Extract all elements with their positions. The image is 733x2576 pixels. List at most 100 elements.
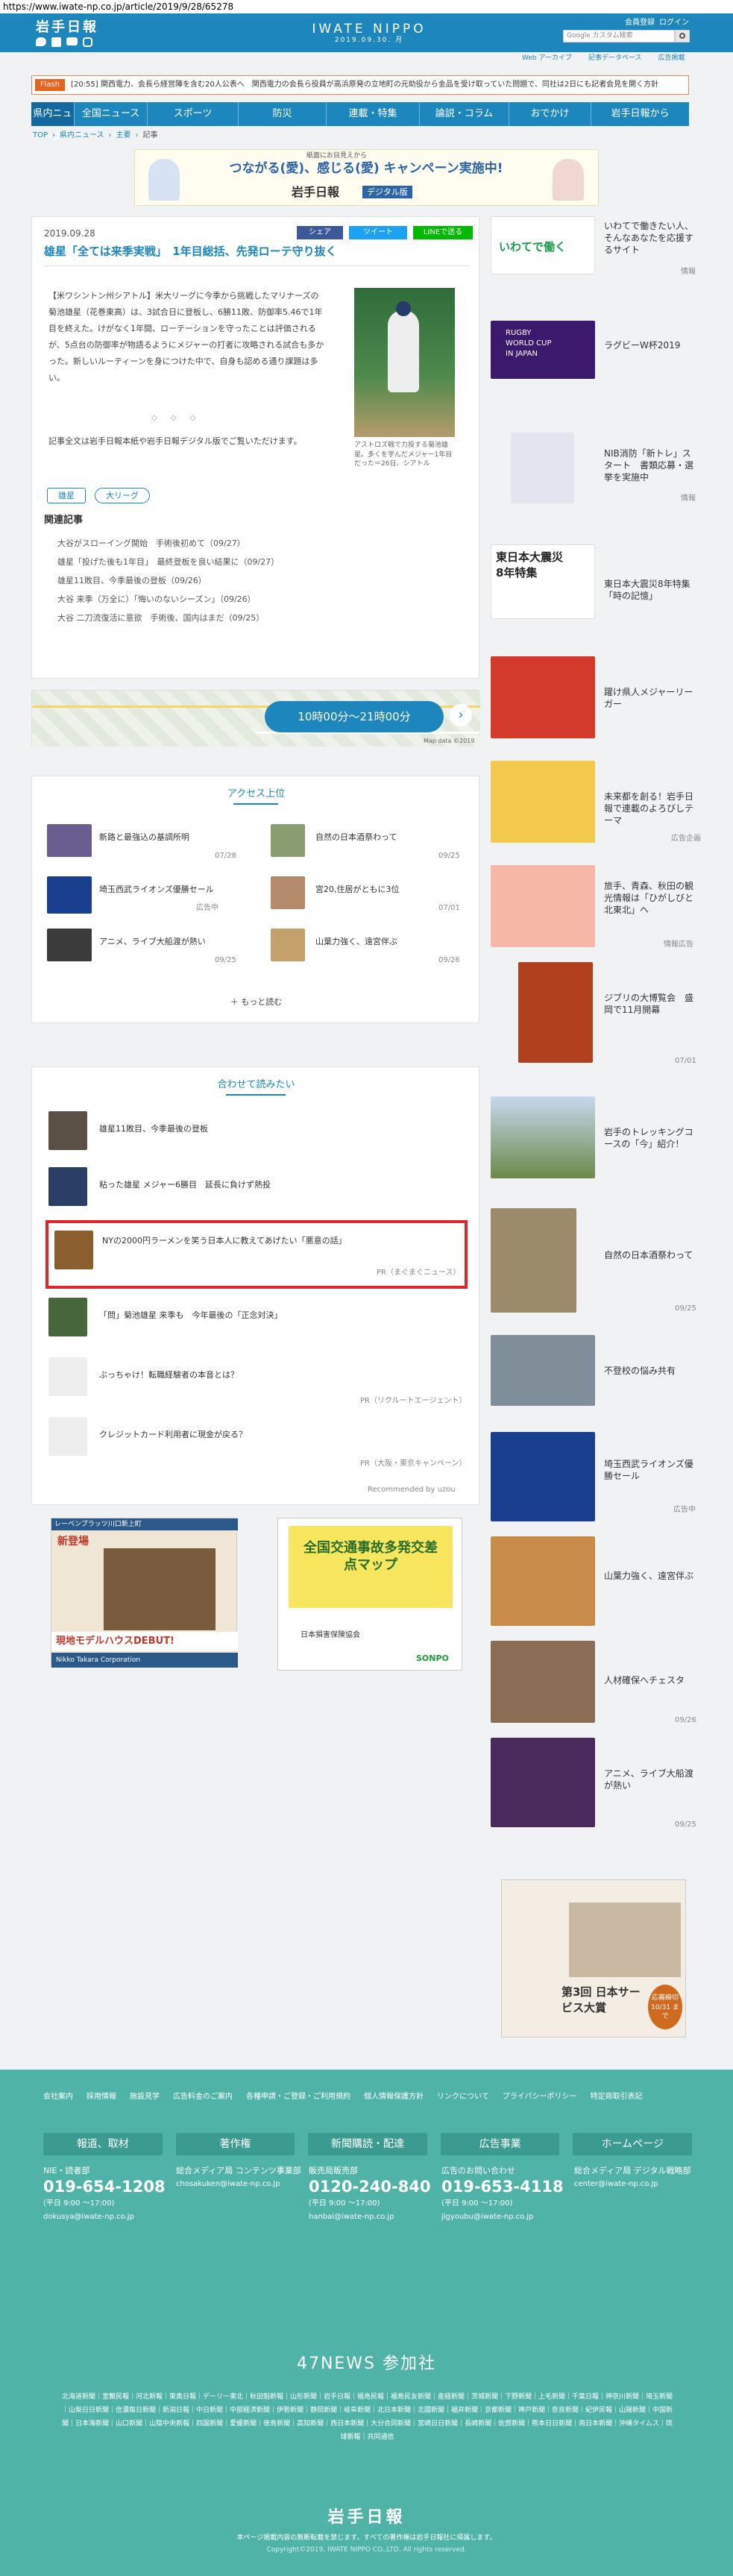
related-link[interactable]: 雄星11敗目、今季最後の登板（09/26） [57,571,279,590]
search-input[interactable]: Google カスタム検索 [563,30,675,43]
map-credit: Map data ©2019 [424,738,475,744]
sidebar-item[interactable]: 旅手、青森、秋田の観光情報は「ひがしびと北東北」へ 情報広告 [488,865,701,949]
breadcrumb-current: 記事 [142,131,158,139]
recommend-thumb [48,1111,87,1150]
recommend-thumb [48,1298,87,1336]
related-link[interactable]: 大谷がスローイング開始 手術後初めて（09/27） [57,534,279,553]
sidebar-item[interactable]: RUGBY WORLD CUP IN JAPAN ラグビーW杯2019 [488,321,701,380]
tag-mlb[interactable]: 大リーグ [95,488,150,504]
site-logo[interactable]: 岩手日報 [36,18,98,37]
housing-ad[interactable]: レーベンプラッツ川口新上町 新登場 現地モデルハウスDEBUT! Nikko T… [51,1518,238,1668]
sidebar-item[interactable]: 埼玉西武ライオンズ優勝セール 広告中 [488,1432,701,1521]
recommend-thumb [48,1357,87,1396]
tab-from-nippo[interactable]: 岩手日報から [591,102,689,126]
account-links: 会員登録 ログイン [625,18,689,28]
tweet-button[interactable]: ツイート [349,226,407,239]
sidebar-item[interactable]: 不登校の悩み共有 [488,1335,701,1406]
tab-columns[interactable]: 論説・コラム [420,102,509,126]
ranking-item[interactable]: 新路と最強込の基調所明 07/28 [47,821,248,866]
recommend-item[interactable]: 「問」菊池雄星 来季も 今年最後の「正念対決」 [47,1295,465,1351]
login-link[interactable]: ログイン [659,18,689,28]
tag-yusei[interactable]: 雄星 [47,488,86,504]
article-card: 2019.09.28 シェア ツイート LINEで送る 雄星「全ては来季実戦」 … [31,216,479,679]
facebook-icon[interactable] [51,37,61,47]
sidebar-item[interactable]: ジブリの大博覧会 盛岡で11月開幕 07/01 [488,962,701,1066]
tab-local[interactable]: 県内ニュース [31,102,75,143]
traffic-map-ad[interactable]: 全国交通事故多発交差点マップ 日本損害保険協会 SONPO [277,1518,462,1671]
sidebar-item[interactable]: 東日本大震災 8年特集 東日本大震災8年特集「時の記憶」 [488,544,701,619]
news47-title: 47NEWS 参加社 [296,2354,437,2373]
news47-papers: 北海道新聞｜室蘭民報｜河北新報｜東奥日報｜デーリー東北｜秋田魁新報｜山形新聞｜岩… [61,2393,673,2441]
search-button[interactable] [675,30,690,43]
footer-boxes: 報道、取材 著作権 新聞購読・配達 広告事業 ホームページ [43,2133,692,2155]
line-share-button[interactable]: LINEで送る [413,226,473,239]
related-list: 大谷がスローイング開始 手術後初めて（09/27） 雄星「投げた後も1年目」 最… [57,534,279,627]
ranking-item[interactable]: 宮20,住居がともに3位 07/01 [271,873,465,918]
search-icon [679,33,685,39]
contact-copyright: 総合メディア局 コンテンツ事業部 chosakuken@iwate-np.co.… [176,2166,301,2189]
recommend-thumb [48,1417,87,1456]
ranking-item[interactable]: 埼玉西武ライオンズ優勝セール 広告中 [47,873,248,918]
more-button[interactable]: ＋ もっと読む [32,996,480,1008]
ranking-thumb [47,876,92,914]
sidebar-item[interactable]: 躍け県人メジャーリーガー [488,656,701,738]
browser-url: https://www.iwate-np.co.jp/article/2019/… [0,0,733,13]
recommend-item[interactable]: クレジットカード利用者に現金が戻る？ PR（大阪・東京キャンペーン） [47,1414,466,1474]
campaign-banner[interactable]: 紙面にお目見えから つながる(愛)、感じる(愛) キャンペーン実施中! 岩手日報… [134,149,599,206]
sidebar-item[interactable]: 岩手のトレッキングコースの「今」紹介！ [488,1096,701,1178]
related-link[interactable]: 大谷 来季（万全に）「悔いのないシーズン」（09/26） [57,590,279,609]
footer-logo[interactable]: 岩手日報 [0,2506,733,2529]
footer-copyright: 本ページ掲載内容の無断転載を禁じます。すべての著作権は岩手日報社に帰属します。 [236,2534,497,2542]
instagram-icon[interactable] [83,37,92,47]
recommend-item[interactable]: 雄星11敗目、今季最後の登板 [47,1108,465,1164]
recommend-item[interactable]: ぶっちゃけ！転職経験者の本音とは？ PR（リクルートエージェント） [47,1354,466,1410]
article-photo[interactable] [354,288,455,437]
banner-brand: 岩手日報 [292,185,340,199]
breadcrumb-main[interactable]: 主要 [116,131,131,141]
recommend-item[interactable]: 粘った雄星 メジャー6勝目 延長に負けず熱投 [47,1164,465,1220]
sub-links: Web アーカイブ 記事データベース 広告掲載 [522,54,685,63]
map-ad[interactable]: 10時00分～21時00分 › Map data ©2019 [31,690,480,747]
sidebar-item[interactable]: 人材確保へチェスタ 09/26 [488,1641,701,1724]
sidebar-item[interactable]: 山葉力強く、遠宮伴ぶ [488,1536,701,1626]
recommend-item-highlighted[interactable]: NYの2000円ラーメンを笑う日本人に教えてあげたい「悪意の話」 PR（まぐまぐ… [45,1220,468,1289]
tab-sports[interactable]: スポーツ [148,102,239,126]
database-link[interactable]: 記事データベース [588,54,642,63]
article-title: 雄星「全ては来季実戦」 1年目総括、先発ローテ守り抜く [44,244,469,266]
tab-features[interactable]: 連載・特集 [327,102,420,126]
related-link[interactable]: 雄星「投げた後も1年目」 最終登板を良い結果に（09/27） [57,553,279,571]
share-buttons: シェア ツイート LINEで送る [297,226,473,239]
contact-digital: 総合メディア局 デジタル戦略部 center@iwate-np.co.jp [574,2166,691,2189]
service-award-ad[interactable]: 第3回 日本サービス大賞 応募締切 10/31 まで [501,1879,686,2038]
ranking-item[interactable]: 自然の日本酒祭わって 09/25 [271,821,465,866]
sidebar-item[interactable]: NIB消防「新トレ」スタート 書類応募・選挙を実施中 情報 [488,433,701,503]
tab-national[interactable]: 全国ニュース [75,102,148,126]
breadcrumb-local[interactable]: 県内ニュース [60,131,104,141]
archive-link[interactable]: Web アーカイブ [522,54,572,63]
flash-bar[interactable]: Flash [20:55] 関西電力、会長ら経営陣を含む20人公表へ 関西電力の… [31,75,689,95]
register-link[interactable]: 会員登録 [625,18,655,28]
flash-label: Flash [35,79,65,91]
article-tags: 雄星 大リーグ [47,488,150,504]
article-body: 【米ワシントン州シアトル】米大リーグに今季から挑戦したマリナーズの菊池雄星（花巻… [48,291,324,383]
related-link[interactable]: 大谷 二刀流復活に意欲 手術後、国内はまだ（09/25） [57,609,279,627]
breadcrumb-top[interactable]: TOP [33,131,48,141]
facebook-share-button[interactable]: シェア [297,226,343,239]
twitter-icon[interactable] [36,37,46,46]
site-header: 岩手日報 IWATE NIPPO 2019.09.30. 月 会員登録 ログイン… [0,13,733,52]
tab-disaster[interactable]: 防災 [239,102,327,126]
sidebar-item[interactable]: 自然の日本酒祭わって 09/25 [488,1208,701,1313]
sidebar-item[interactable]: 未来都を創る！岩手日報で連載のよろびしテーマ 広告企画 [488,761,701,843]
youtube-icon[interactable] [66,37,78,45]
ranking-thumb [47,929,92,961]
tab-outing[interactable]: おでかけ [509,102,591,126]
arrow-right-icon[interactable]: › [450,704,472,726]
sidebar-item[interactable]: アニメ、ライブ大船渡が熱い 09/25 [488,1738,701,1829]
site-footer: 会社案内 採用情報 施設見学 広告料金のご案内 各種申請・ご登録・ご利用規約 個… [0,2070,733,2576]
ad-link[interactable]: 広告掲載 [658,54,685,63]
ranking-item[interactable]: アニメ、ライブ大船渡が熱い 09/25 [47,926,248,970]
sidebar-item[interactable]: いわてで働く いわてで働きたい人、そんなあなたを応援するサイト 情報 [488,216,701,276]
ranking-item[interactable]: 山葉力強く、遠宮伴ぶ 09/26 [271,926,465,970]
article-body-2: 記事全文は岩手日報本紙や岩手日報デジタル版でご覧いただけます。 [48,436,302,446]
banner-person-illustration-2 [553,159,584,201]
